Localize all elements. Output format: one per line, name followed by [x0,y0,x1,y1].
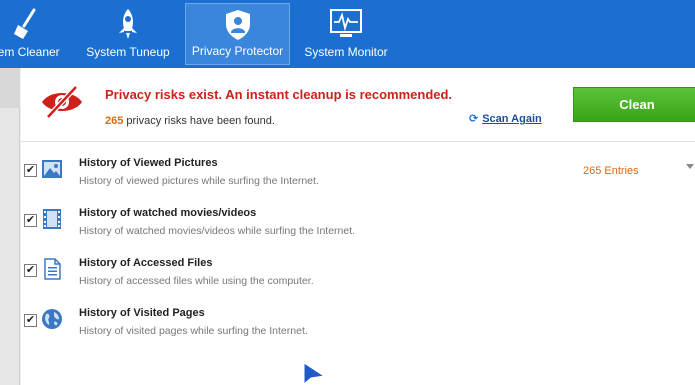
item-description: History of watched movies/videos while s… [79,225,356,237]
item-checkbox[interactable]: ✔ [24,164,37,177]
left-strip-header [0,68,20,108]
refresh-icon: ⟳ [469,113,479,125]
item-title: History of watched movies/videos [79,207,257,219]
risk-summary-text: privacy risks have been found. [126,115,275,127]
left-sidebar-strip [0,68,20,385]
item-checkbox[interactable]: ✔ [24,214,37,227]
top-nav-bar: tem Cleaner System Tuneup Privacy Protec… [0,0,695,68]
list-item[interactable]: ✔ History of watched movies/videos Histo… [21,202,695,250]
scan-again-link[interactable]: ⟳ Scan Again [469,112,542,125]
tab-label: tem Cleaner [0,45,60,59]
item-checkbox[interactable]: ✔ [24,264,37,277]
risk-count: 265 [105,115,124,127]
tab-label: Privacy Protector [191,44,284,58]
risk-banner: Privacy risks exist. An instant cleanup … [21,68,695,142]
item-title: History of Accessed Files [79,257,213,269]
risk-summary: 265 privacy risks have been found. [105,115,275,127]
list-item[interactable]: ✔ History of Viewed Pictures History of … [21,152,695,200]
monitor-pulse-icon [330,9,362,37]
list-item[interactable]: ✔ History of Visited Pages History of vi… [21,302,695,350]
broom-icon [14,8,36,39]
hidden-eye-icon [42,85,82,119]
tab-system-tuneup[interactable]: System Tuneup [82,3,174,65]
tab-label: System Tuneup [86,45,170,59]
shield-user-icon [225,10,250,40]
privacy-panel: Privacy risks exist. An instant cleanup … [21,68,695,385]
document-icon [44,258,61,280]
list-item[interactable]: ✔ History of Accessed Files History of a… [21,252,695,300]
tab-system-monitor[interactable]: System Monitor [300,3,392,65]
risk-title: Privacy risks exist. An instant cleanup … [105,87,453,102]
item-description: History of visited pages while surfing t… [79,325,308,337]
tab-label: System Monitor [304,45,388,59]
item-checkbox[interactable]: ✔ [24,314,37,327]
item-description: History of accessed files while using th… [79,275,314,287]
expand-arrow-icon[interactable] [686,164,694,169]
tab-privacy-protector[interactable]: Privacy Protector [185,3,290,65]
rocket-icon [119,9,137,39]
scan-again-label: Scan Again [482,113,542,125]
entries-count[interactable]: 265 Entries [583,165,639,177]
globe-icon [42,309,62,329]
item-title: History of Visited Pages [79,307,205,319]
clean-button[interactable]: Clean [573,87,695,122]
mouse-cursor-icon [303,362,325,385]
item-description: History of viewed pictures while surfing… [79,175,319,187]
tab-system-cleaner[interactable]: tem Cleaner [0,3,72,65]
item-title: History of Viewed Pictures [79,157,218,169]
picture-icon [42,160,62,178]
film-icon [43,209,61,229]
